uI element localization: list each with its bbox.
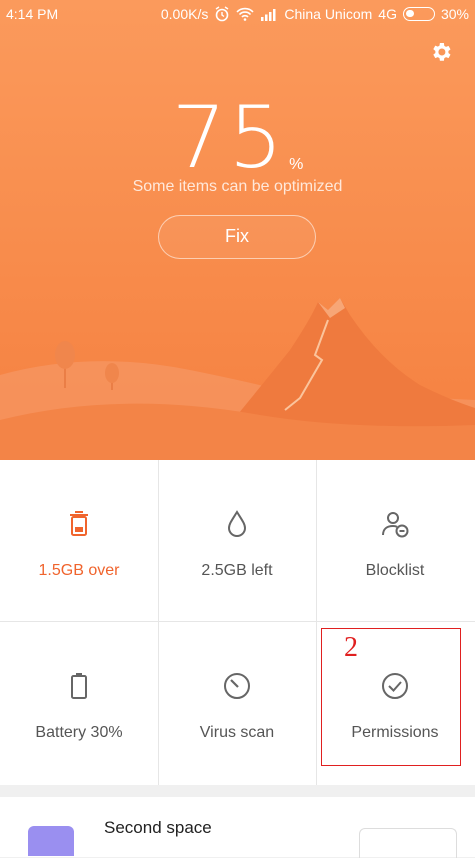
network-type: 4G: [378, 6, 397, 22]
signal-icon: [261, 9, 276, 21]
tile-storage-cleaner[interactable]: 1.5GB over: [0, 460, 158, 621]
status-time: 4:14 PM: [6, 6, 59, 22]
trash-icon: [70, 511, 88, 536]
annotation-number: 2: [344, 632, 358, 663]
second-space-card[interactable]: Second space: [0, 797, 475, 858]
tile-battery[interactable]: Battery 30%: [0, 622, 158, 783]
alarm-icon: [215, 6, 229, 22]
status-bar: 4:14 PM 0.00K/s China Unicom 4G 30%: [0, 0, 475, 28]
network-speed: 0.00K/s: [160, 6, 209, 22]
droplet-icon: [227, 510, 247, 537]
wifi-icon: [236, 7, 254, 21]
tile-label: 2.5GB left: [201, 562, 273, 579]
fix-button[interactable]: Fix: [158, 215, 316, 259]
gear-icon[interactable]: [429, 40, 453, 64]
score-value: 75: [171, 88, 286, 188]
hero-panel: 4:14 PM 0.00K/s China Unicom 4G 30% 75 %…: [0, 0, 475, 460]
carrier-name: China Unicom: [284, 6, 373, 22]
tile-label: Virus scan: [199, 724, 275, 741]
battery-indicator: [402, 7, 435, 21]
mountain-illustration: [0, 298, 475, 460]
battery-fill: [405, 10, 414, 17]
status-right: 0.00K/s China Unicom 4G 30%: [161, 6, 469, 22]
second-space-icon: [28, 826, 74, 856]
second-space-button[interactable]: [359, 828, 457, 858]
score-unit: %: [289, 156, 304, 173]
tile-data-usage[interactable]: 2.5GB left: [158, 460, 316, 621]
tile-label: 1.5GB over: [38, 562, 120, 579]
battery-icon: [71, 673, 87, 699]
tile-label: Battery 30%: [35, 724, 123, 741]
tile-blocklist[interactable]: Blocklist: [316, 460, 474, 621]
second-space-title: Second space: [104, 818, 212, 837]
tile-label: Blocklist: [365, 562, 425, 579]
battery-percent: 30%: [440, 6, 469, 22]
tile-virus-scan[interactable]: Virus scan: [158, 622, 316, 783]
optimization-score: 75%: [0, 88, 475, 188]
user-block-icon: [382, 512, 409, 538]
scan-dial-icon: [224, 673, 250, 699]
annotation-highlight-box: [321, 628, 461, 766]
optimization-message: Some items can be optimized: [132, 178, 343, 195]
